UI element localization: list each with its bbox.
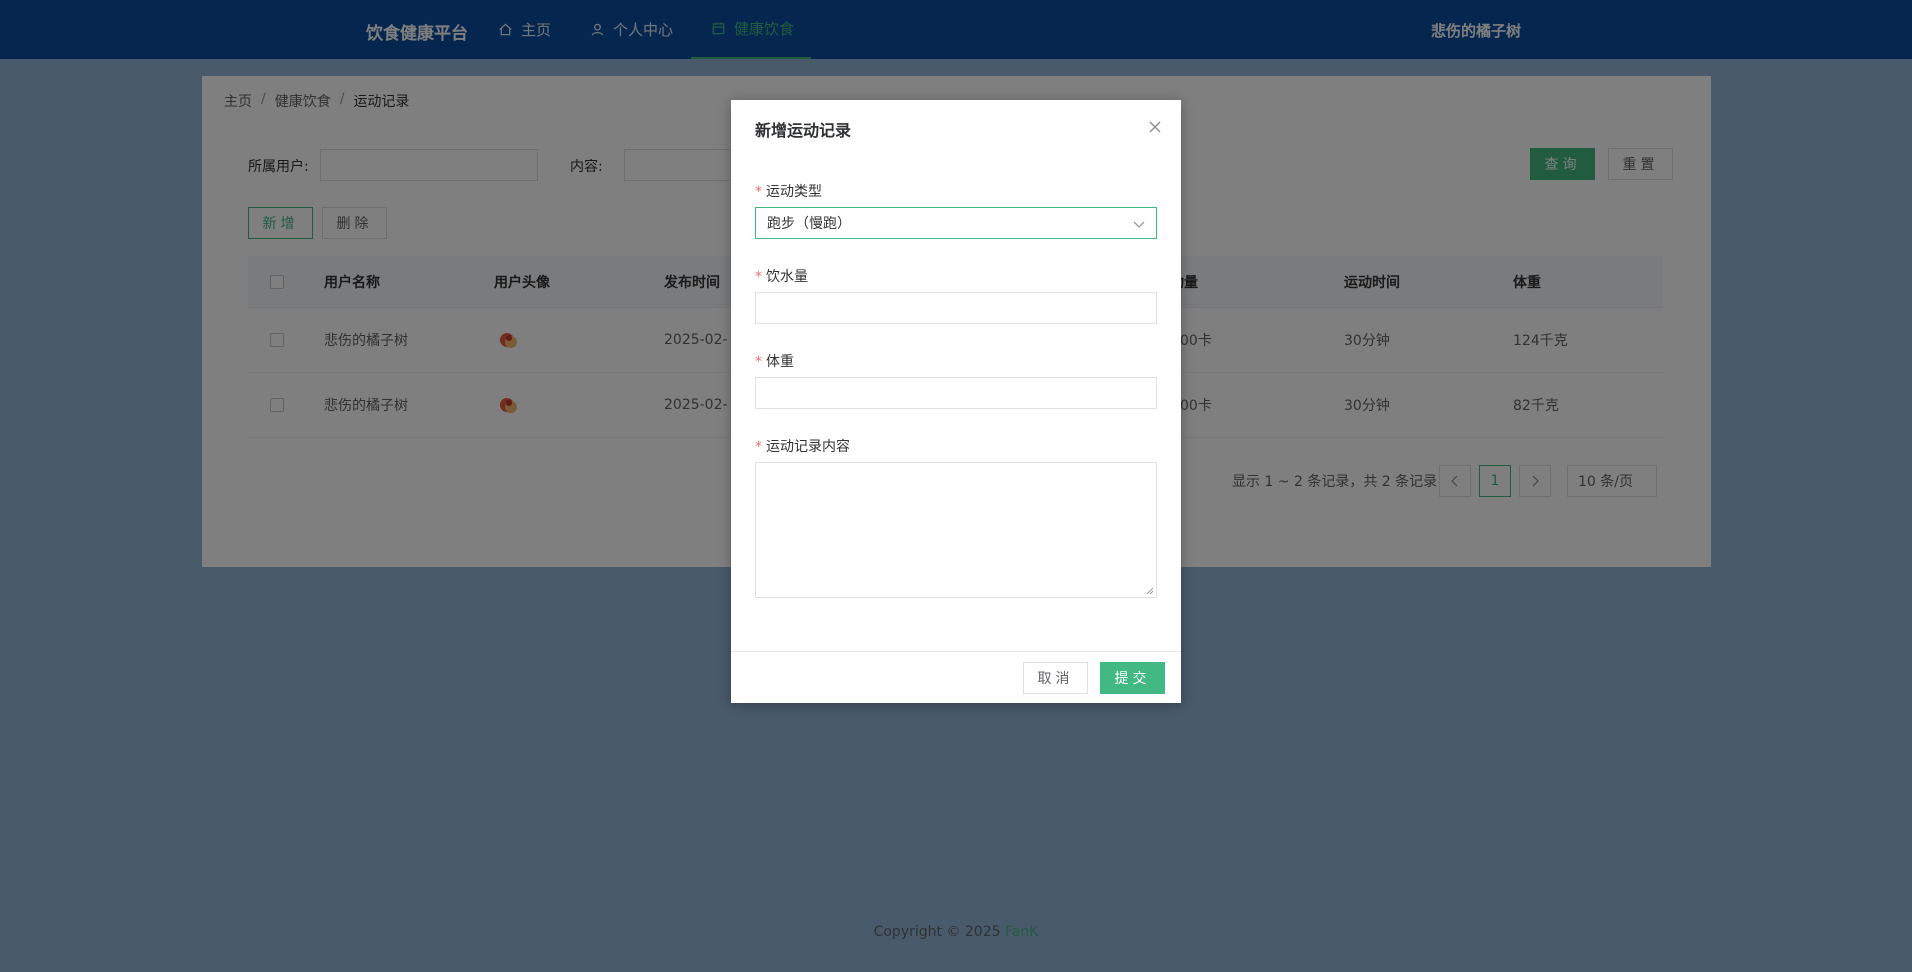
record-content-textarea[interactable]	[755, 462, 1157, 598]
resize-handle-icon[interactable]	[1146, 587, 1154, 595]
dialog-footer-divider	[731, 651, 1181, 652]
dialog-title: 新增运动记录	[755, 121, 852, 140]
cancel-button[interactable]: 取消	[1023, 662, 1088, 694]
weight-input[interactable]	[755, 377, 1157, 409]
record-content-label: * 运动记录内容	[755, 439, 850, 455]
weight-label: * 体重	[755, 354, 794, 370]
exercise-type-label: * 运动类型	[755, 184, 822, 200]
exercise-type-select[interactable]: 跑步（慢跑）	[755, 207, 1157, 239]
submit-button[interactable]: 提交	[1100, 662, 1165, 694]
close-icon[interactable]	[1147, 119, 1163, 135]
water-intake-input[interactable]	[755, 292, 1157, 324]
chevron-down-icon	[1133, 221, 1145, 228]
exercise-type-value: 跑步（慢跑）	[767, 216, 851, 232]
water-intake-label: * 饮水量	[755, 269, 808, 285]
add-exercise-record-dialog: 新增运动记录 * 运动类型 跑步（慢跑） * 饮水量 * 体重 * 运动记录内容 取消 …	[731, 100, 1181, 703]
